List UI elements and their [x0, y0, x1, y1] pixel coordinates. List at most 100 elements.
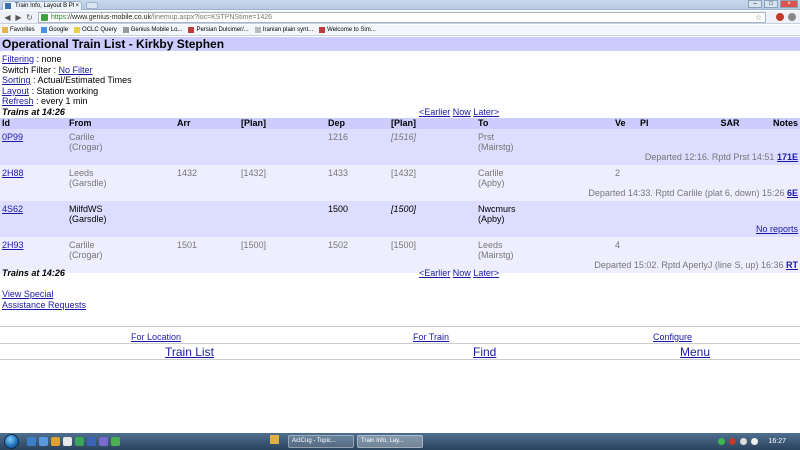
start-button[interactable] [4, 434, 19, 449]
bookmark-favicon-icon [122, 27, 129, 33]
to-station: Carlile [478, 168, 504, 178]
table-row-report: Departed 15:02. Rptd AperlyJ (line S, up… [0, 260, 800, 273]
taskbar-task[interactable]: ActCug - Topic... [288, 435, 354, 448]
column-header-arr: Arr [175, 118, 239, 129]
quick-launch [27, 437, 120, 446]
configure-link[interactable]: Configure [653, 332, 692, 342]
wrench-menu-icon[interactable] [788, 13, 796, 21]
bookmark-item[interactable]: Favorites [2, 27, 35, 33]
refresh-link[interactable]: Refresh [2, 96, 34, 106]
tab-close-icon[interactable]: × [75, 2, 79, 10]
table-row: 0P99 Carlile (Crogar) 1216 [1516] Prst (Ma… [0, 129, 800, 152]
close-window-button[interactable]: × [780, 0, 798, 8]
tray-icon[interactable] [729, 438, 737, 445]
internet-explorer-icon[interactable] [39, 437, 48, 446]
app-icon[interactable] [99, 437, 108, 446]
train-id-link[interactable]: 2H88 [2, 168, 24, 178]
vehicles-count: 2 [613, 165, 638, 188]
browser-tab-bar: Train Info, Layout B PI × – □ × [0, 0, 800, 10]
volume-icon[interactable] [751, 438, 759, 445]
for-train-link[interactable]: For Train [413, 332, 449, 342]
report-text: Departed 15:02. Rptd AperlyJ (line S, up… [594, 260, 784, 270]
bookmark-item[interactable]: Iranian plain synt... [254, 27, 313, 33]
train-id-link[interactable]: 0P99 [2, 132, 23, 142]
train-id-link[interactable]: 2H93 [2, 240, 24, 250]
train-list-table: Id From Arr [Plan] Dep [Plan] To Ve Pl S… [0, 118, 800, 273]
column-header-pl: Pl [638, 118, 695, 129]
back-arrow-icon[interactable]: ◀ [3, 13, 12, 22]
bookmark-item[interactable]: Persian Dulcimer/... [188, 27, 249, 33]
plan-dep-time: [1500] [389, 237, 476, 260]
find-link[interactable]: Find [473, 345, 496, 359]
app-icon[interactable] [75, 437, 84, 446]
network-icon[interactable] [740, 438, 748, 445]
dep-time: 1502 [326, 237, 389, 260]
page-content: Operational Train List - Kirkby Stephen … [0, 37, 800, 433]
word-icon[interactable] [87, 437, 96, 446]
plan-dep-time: [1516] [389, 129, 476, 152]
extension-icon[interactable] [776, 13, 784, 21]
for-location-link[interactable]: For Location [131, 332, 181, 342]
table-header-row: Id From Arr [Plan] Dep [Plan] To Ve Pl S… [0, 118, 800, 129]
bookmark-item[interactable]: Genius Mobile Lo... [122, 27, 182, 33]
address-bar-input[interactable]: https://www.genius-mobile.co.uk/linemup.… [38, 12, 766, 23]
bookmark-item[interactable]: Welcome to Sim... [319, 27, 376, 33]
sorting-link[interactable]: Sorting [2, 75, 31, 85]
bookmarks-bar: Favorites Google OCLC Query Genius Mobile L… [0, 25, 800, 36]
train-id-link[interactable]: 4S62 [2, 204, 23, 214]
report-link[interactable]: 6E [787, 188, 798, 198]
taskbar-tasks: ActCug - Topic... Train Info, Lay... [270, 435, 423, 448]
from-via: (Crogar) [69, 250, 103, 260]
switch-filter-label: Switch Filter : [2, 64, 57, 75]
no-reports-link[interactable]: No reports [756, 224, 798, 234]
from-station: Carlile [69, 132, 95, 142]
later-link[interactable]: Later> [473, 107, 499, 117]
later-link[interactable]: Later> [473, 268, 499, 278]
from-via: (Garsdle) [69, 178, 107, 188]
train-list-link[interactable]: Train List [165, 345, 214, 359]
show-desktop-icon[interactable] [27, 437, 36, 446]
report-link[interactable]: 171E [777, 152, 798, 162]
explorer-icon[interactable] [270, 435, 279, 444]
menu-link[interactable]: Menu [680, 345, 710, 359]
arr-time: 1432 [175, 165, 239, 188]
maximize-button[interactable]: □ [764, 0, 778, 8]
bookmark-star-icon[interactable]: ☆ [755, 13, 762, 22]
new-tab-button[interactable] [86, 2, 98, 9]
no-filter-link[interactable]: No Filter [59, 65, 93, 75]
arr-time [175, 129, 239, 152]
forward-arrow-icon[interactable]: ▶ [14, 13, 23, 22]
divider [0, 326, 800, 327]
browser-tab[interactable]: Train Info, Layout B PI × [2, 1, 82, 10]
to-station: Leeds [478, 240, 503, 250]
assistance-requests-link[interactable]: Assistance Requests [2, 300, 86, 310]
page-favicon-icon [5, 3, 11, 9]
arr-time [175, 201, 239, 224]
filtering-link[interactable]: Filtering [2, 54, 34, 64]
taskbar-task[interactable]: Train Info, Lay... [357, 435, 423, 448]
plan-arr-time [239, 129, 326, 152]
page-title: Operational Train List - Kirkby Stephen [0, 37, 800, 51]
report-link[interactable]: RT [786, 260, 798, 270]
view-special-link[interactable]: View Special [2, 289, 53, 299]
table-row-report: Departed 14:33. Rptd Carlile (plat 6, do… [0, 188, 800, 201]
bookmark-item[interactable]: OCLC Query [74, 27, 117, 33]
layout-link[interactable]: Layout [2, 86, 29, 96]
bookmark-item[interactable]: Google [40, 27, 68, 33]
media-player-icon[interactable] [63, 437, 72, 446]
tray-icon[interactable] [718, 438, 726, 445]
minimize-button[interactable]: – [748, 0, 762, 8]
chrome-icon[interactable] [111, 437, 120, 446]
os-taskbar: ActCug - Topic... Train Info, Lay... 16:… [0, 433, 800, 450]
bookmark-favicon-icon [319, 27, 326, 33]
bookmark-favicon-icon [74, 27, 81, 33]
folder-icon[interactable] [51, 437, 60, 446]
earlier-link[interactable]: <Earlier [419, 268, 450, 278]
reload-icon[interactable]: ↻ [25, 13, 34, 22]
now-link[interactable]: Now [453, 107, 471, 117]
column-header-id: Id [0, 118, 67, 129]
now-link[interactable]: Now [453, 268, 471, 278]
bookmark-label: OCLC Query [82, 27, 117, 33]
tab-title: Train Info, Layout B PI [15, 3, 75, 9]
earlier-link[interactable]: <Earlier [419, 107, 450, 117]
